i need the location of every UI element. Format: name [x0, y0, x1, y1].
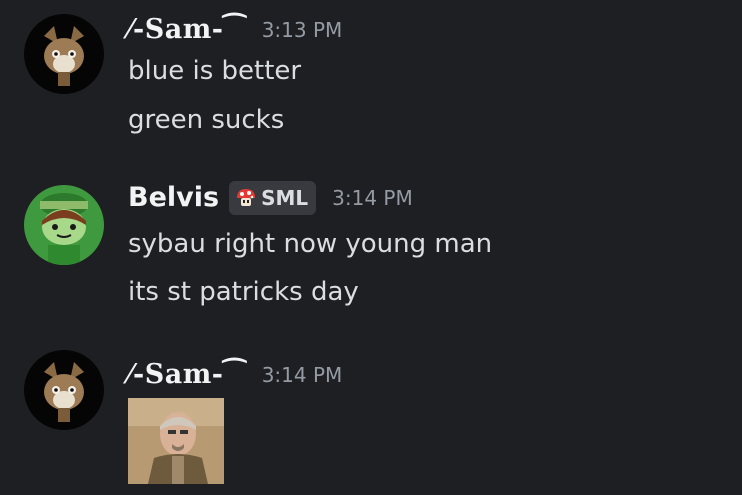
- message-header: Belvis SML 3:14 PM: [128, 181, 413, 215]
- username[interactable]: Belvis: [128, 182, 219, 214]
- user-avatar[interactable]: [24, 14, 104, 94]
- message-group: ⁄-Sam-⁀ 3:13 PM blue is better green suc…: [0, 0, 742, 165]
- server-tag-label: SML: [261, 186, 309, 210]
- message-group: Belvis SML 3:14 PM sybau right now young…: [0, 165, 742, 345]
- cat-avatar-icon: [24, 14, 104, 94]
- mushroom-icon: [237, 189, 256, 206]
- timestamp[interactable]: 3:13 PM: [262, 18, 343, 42]
- message-header: ⁄-Sam-⁀ 3:14 PM: [128, 359, 342, 391]
- gif-image: [128, 398, 224, 484]
- cat-avatar-icon: [24, 350, 104, 430]
- username[interactable]: ⁄-Sam-⁀: [128, 14, 246, 46]
- user-avatar[interactable]: [24, 185, 104, 265]
- message-text: its st patricks day: [128, 277, 359, 307]
- timestamp[interactable]: 3:14 PM: [262, 363, 343, 387]
- message-header: ⁄-Sam-⁀ 3:13 PM: [128, 14, 342, 46]
- user-avatar[interactable]: [24, 350, 104, 430]
- username[interactable]: ⁄-Sam-⁀: [128, 359, 246, 391]
- frog-avatar-icon: [24, 185, 104, 265]
- message-group: ⁄-Sam-⁀ 3:14 PM: [0, 345, 742, 495]
- server-tag[interactable]: SML: [229, 181, 317, 215]
- message-text: green sucks: [128, 105, 285, 135]
- message-text: blue is better: [128, 56, 302, 86]
- gif-attachment[interactable]: [128, 398, 224, 484]
- message-text: sybau right now young man: [128, 229, 493, 259]
- timestamp[interactable]: 3:14 PM: [332, 186, 413, 210]
